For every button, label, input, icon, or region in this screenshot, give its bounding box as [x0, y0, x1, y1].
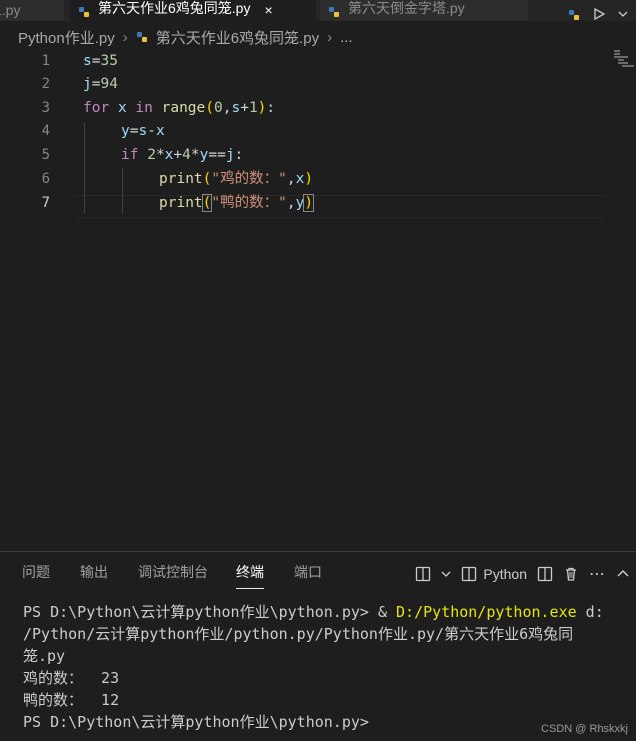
python-file-icon: [569, 10, 579, 20]
code-text: if 2*x+4*y==j:: [121, 147, 244, 163]
close-icon[interactable]: ×: [264, 2, 272, 18]
chevron-down-icon[interactable]: [618, 7, 628, 21]
code-line: 6 print("鸡的数：",x): [0, 168, 636, 191]
tab-debug-console[interactable]: 调试控制台: [138, 562, 208, 582]
watermark: CSDN @ Rhskxkj: [541, 723, 628, 735]
tab-label: 第六天倒金字塔.py: [348, 0, 465, 16]
panel-actions: Python ⋯: [415, 564, 630, 584]
terminal-prompt: PS D:\Python\云计算python作业\python.py>: [23, 603, 378, 621]
tab-python-file[interactable]: 1.py: [0, 0, 64, 21]
code-editor[interactable]: 1 s=35 2 j=94 3 for x in range(0,s+1): 4…: [0, 50, 636, 550]
tab-active-file[interactable]: 第六天作业6鸡兔同笼.py ×: [70, 0, 316, 21]
bottom-panel: 问题 输出 调试控制台 终端 端口 Python ⋯ PS D:\Python\…: [0, 551, 636, 741]
chevron-up-icon[interactable]: [616, 566, 630, 582]
chevron-down-icon[interactable]: [441, 566, 451, 582]
terminal-split-icon: [462, 566, 477, 582]
terminal-prompt: PS D:\Python\云计算python作业\python.py>: [23, 713, 369, 731]
tab-actions: [568, 0, 636, 21]
code-line: 1 s=35: [0, 50, 636, 73]
code-line: 5 if 2*x+4*y==j:: [0, 144, 636, 167]
split-terminal-icon[interactable]: [415, 566, 431, 582]
terminal-output-line: 鸭的数： 12: [23, 691, 120, 709]
breadcrumb: Python作业.py › 第六天作业6鸡兔同笼.py › ...: [0, 24, 636, 50]
python-file-icon: [136, 32, 147, 42]
line-number: 2: [41, 76, 50, 92]
tab-problems[interactable]: 问题: [22, 562, 50, 582]
breadcrumb-file[interactable]: 第六天作业6鸡兔同笼.py: [156, 27, 319, 48]
code-line: 7 print("鸭的数：",y): [0, 192, 636, 215]
tab-label: 1.py: [0, 2, 21, 18]
chevron-right-icon: ›: [327, 28, 333, 46]
terminal-command-cont: 笼.py: [23, 647, 66, 665]
tab-inactive-file[interactable]: 第六天倒金字塔.py: [320, 0, 528, 21]
breadcrumb-more[interactable]: ...: [340, 29, 353, 46]
editor-tab-bar: 1.py 第六天作业6鸡兔同笼.py × 第六天倒金字塔.py: [0, 0, 636, 21]
tab-terminal[interactable]: 终端: [236, 562, 264, 589]
terminal-profile-label: Python: [483, 566, 527, 582]
code-line: 3 for x in range(0,s+1):: [0, 97, 636, 120]
tab-output[interactable]: 输出: [80, 562, 108, 582]
breadcrumb-folder[interactable]: Python作业.py: [18, 27, 115, 48]
terminal-command: & D:/Python/python.exe d:: [377, 603, 604, 621]
line-number: 6: [41, 171, 50, 187]
line-number: 5: [41, 147, 50, 163]
trash-icon[interactable]: [563, 566, 579, 582]
line-number: 7: [41, 195, 50, 211]
terminal-output[interactable]: PS D:\Python\云计算python作业\python.py> & D:…: [23, 601, 628, 733]
code-text: print("鸭的数：",y): [159, 194, 315, 212]
terminal-command-cont: /Python/云计算python作业/python.py/Python作业.p…: [23, 625, 574, 643]
python-file-icon: [329, 7, 339, 17]
terminal-profile[interactable]: Python: [461, 566, 527, 582]
code-line: 4 y=s-x: [0, 120, 636, 143]
line-number: 3: [41, 100, 50, 116]
code-text: y=s-x: [121, 123, 165, 139]
code-text: print("鸡的数：",x): [159, 171, 314, 187]
more-actions-icon[interactable]: ⋯: [589, 564, 606, 584]
code-line: 2 j=94: [0, 73, 636, 96]
run-icon[interactable]: [592, 7, 606, 21]
line-number: 1: [41, 53, 50, 69]
tab-ports[interactable]: 端口: [294, 562, 322, 582]
code-text: s=35: [83, 53, 118, 69]
chevron-right-icon: ›: [122, 28, 128, 46]
code-text: for x in range(0,s+1):: [83, 100, 276, 116]
tab-label: 第六天作业6鸡兔同笼.py: [98, 0, 251, 16]
terminal-output-line: 鸡的数： 23: [23, 669, 120, 687]
line-number: 4: [41, 123, 50, 139]
split-pane-icon[interactable]: [537, 566, 553, 582]
python-file-icon: [79, 7, 89, 17]
code-text: j=94: [83, 76, 118, 92]
